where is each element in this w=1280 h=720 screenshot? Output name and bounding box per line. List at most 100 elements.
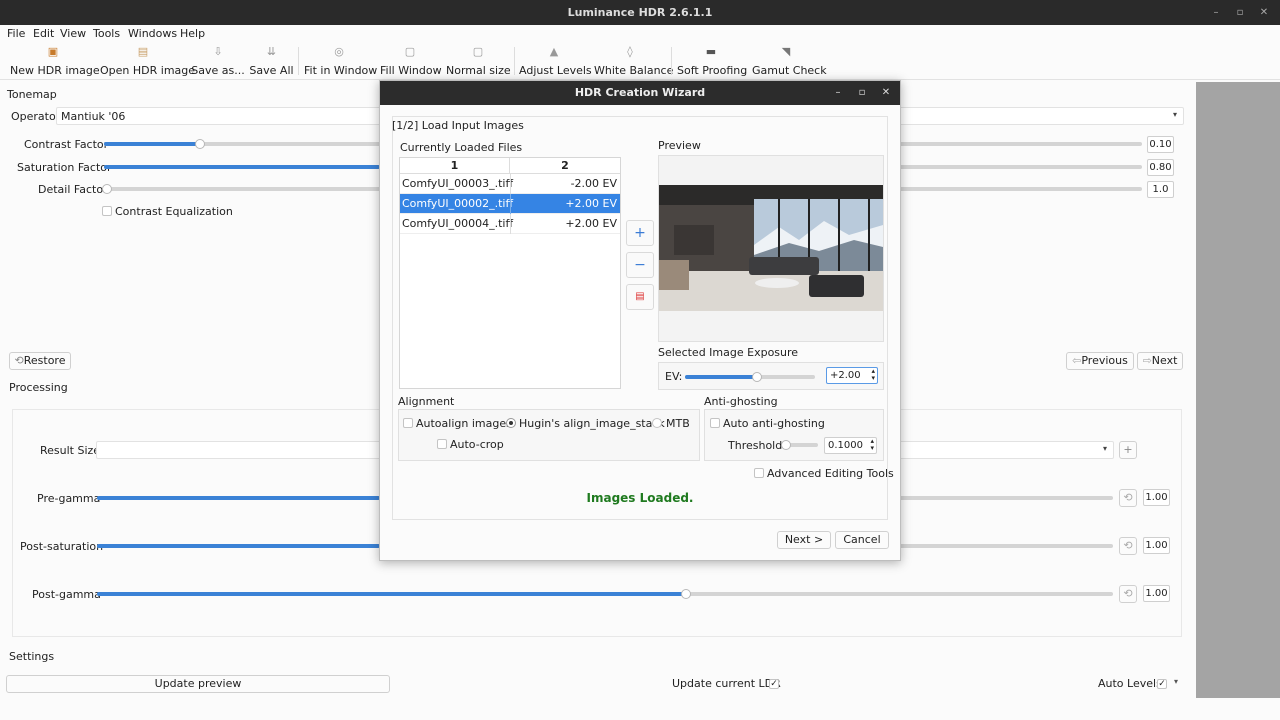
next-button[interactable]: ⇨Next <box>1137 352 1183 370</box>
image-view-area <box>1196 82 1280 698</box>
contrast-factor-label: Contrast Factor <box>24 138 109 151</box>
plus-icon: + <box>634 225 646 241</box>
pre-gamma-value[interactable]: 1.00 <box>1143 489 1170 506</box>
threshold-spinbox[interactable]: 0.1000 ▴ ▾ <box>824 437 877 454</box>
wizard-cancel-button[interactable]: Cancel <box>835 531 889 549</box>
menu-file[interactable]: File <box>7 25 25 42</box>
mtb-label: MTB <box>666 417 690 430</box>
adjust-levels-button[interactable]: ▲ Adjust Levels <box>519 42 592 80</box>
update-ldr-checkbox[interactable]: ✓ <box>769 679 779 689</box>
post-saturation-fill <box>97 544 380 548</box>
minimize-icon[interactable]: – <box>832 87 844 99</box>
column-header-1[interactable]: 1 <box>400 158 510 174</box>
fill-window-icon: ▢ <box>404 45 416 58</box>
contrast-factor-handle[interactable] <box>195 139 205 149</box>
saturation-factor-value[interactable]: 0.80 <box>1147 159 1174 176</box>
saturation-factor-fill <box>104 165 380 169</box>
new-hdr-button[interactable]: ▣ New HDR image <box>10 42 100 80</box>
wizard-next-button[interactable]: Next > <box>777 531 831 549</box>
fill-window-button[interactable]: ▢ Fill Window <box>380 42 442 80</box>
table-row-selected[interactable]: ComfyUI_00002_.tiff +2.00 EV <box>400 194 620 214</box>
loaded-files-table[interactable]: 1 2 ComfyUI_00003_.tiff -2.00 EV ComfyUI… <box>399 157 621 389</box>
remove-image-button[interactable]: − <box>626 252 654 278</box>
cell-divider <box>510 194 511 214</box>
ev-label: EV: <box>665 370 683 383</box>
normal-size-icon: ▢ <box>472 45 484 58</box>
menu-view[interactable]: View <box>60 25 86 42</box>
gamut-check-button[interactable]: ◥ Gamut Check <box>752 42 827 80</box>
contrast-equalization-checkbox[interactable] <box>102 206 112 216</box>
autoalign-checkbox[interactable] <box>403 418 413 428</box>
reset-post-saturation-button[interactable]: ⟲ <box>1119 537 1137 555</box>
save-all-button[interactable]: ⇊ Save All <box>249 42 294 80</box>
chevron-down-icon[interactable]: ▾ <box>1174 677 1178 686</box>
close-icon[interactable]: ✕ <box>1258 7 1270 19</box>
preview-frame <box>658 155 884 342</box>
menu-edit[interactable]: Edit <box>33 25 54 42</box>
wizard-title: HDR Creation Wizard <box>574 86 706 99</box>
add-size-button[interactable]: + <box>1119 441 1137 459</box>
pre-gamma-label: Pre-gamma <box>37 492 101 505</box>
mtb-radio[interactable] <box>652 418 662 428</box>
post-gamma-handle[interactable] <box>681 589 691 599</box>
post-gamma-value[interactable]: 1.00 <box>1143 585 1170 602</box>
zoom-fit-icon: ◎ <box>334 45 344 58</box>
table-row[interactable]: ComfyUI_00003_.tiff -2.00 EV <box>400 174 620 194</box>
maximize-icon[interactable]: ▫ <box>856 87 868 99</box>
menu-tools[interactable]: Tools <box>93 25 120 42</box>
status-message: Images Loaded. <box>586 491 694 505</box>
loaded-files-label: Currently Loaded Files <box>400 141 523 154</box>
detail-factor-value[interactable]: 1.0 <box>1147 181 1174 198</box>
next-icon: ⇨ <box>1142 354 1152 367</box>
previous-button[interactable]: ⇦Previous <box>1066 352 1134 370</box>
alignment-label: Alignment <box>398 395 455 408</box>
post-saturation-value[interactable]: 1.00 <box>1143 537 1170 554</box>
restore-button[interactable]: ⟲Restore <box>9 352 71 370</box>
update-ldr-label: Update current LDR <box>672 677 781 690</box>
auto-levels-checkbox[interactable]: ✓ <box>1157 679 1167 689</box>
menu-windows[interactable]: Windows <box>128 25 177 42</box>
close-icon[interactable]: ✕ <box>880 87 892 99</box>
open-hdr-button[interactable]: ▤ Open HDR image <box>100 42 195 80</box>
advanced-editing-checkbox[interactable] <box>754 468 764 478</box>
hugin-label: Hugin's align_image_stack <box>519 417 665 430</box>
autocrop-label: Auto-crop <box>450 438 504 451</box>
maximize-icon[interactable]: ▫ <box>1234 7 1246 19</box>
add-images-button[interactable]: + <box>626 220 654 246</box>
settings-header: Settings <box>9 650 55 663</box>
menu-help[interactable]: Help <box>180 25 205 42</box>
table-row[interactable]: ComfyUI_00004_.tiff +2.00 EV <box>400 214 620 234</box>
autocrop-checkbox[interactable] <box>437 439 447 449</box>
ev-slider-handle[interactable] <box>752 372 762 382</box>
save-as-button[interactable]: ⇩ Save as... <box>191 42 245 80</box>
contrast-factor-value[interactable]: 0.10 <box>1147 136 1174 153</box>
reset-post-gamma-button[interactable]: ⟲ <box>1119 585 1137 603</box>
white-balance-button[interactable]: ◊ White Balance <box>594 42 673 80</box>
contrast-factor-fill <box>104 142 200 146</box>
threshold-slider-handle[interactable] <box>781 440 791 450</box>
fit-in-window-button[interactable]: ◎ Fit in Window <box>304 42 377 80</box>
contrast-equalization-label: Contrast Equalization <box>115 205 233 218</box>
auto-antighosting-checkbox[interactable] <box>710 418 720 428</box>
clear-list-button[interactable]: ▤ <box>626 284 654 310</box>
soft-proofing-button[interactable]: ▬ Soft Proofing <box>677 42 747 80</box>
ev-spinbox[interactable]: +2.00 ▴ ▾ <box>826 367 878 384</box>
undo-icon: ⟲ <box>14 354 24 367</box>
minimize-icon[interactable]: – <box>1210 7 1222 19</box>
cell-divider <box>510 214 511 234</box>
update-preview-button[interactable]: Update preview <box>6 675 390 693</box>
post-gamma-fill <box>97 592 685 596</box>
processing-header: Processing <box>9 381 68 394</box>
hugin-radio[interactable] <box>506 418 516 428</box>
cell-divider <box>510 174 511 194</box>
detail-factor-label: Detail Factor <box>38 183 108 196</box>
detail-factor-handle[interactable] <box>102 184 112 194</box>
reset-pre-gamma-button[interactable]: ⟲ <box>1119 489 1137 507</box>
spin-arrows-icon[interactable]: ▴ ▾ <box>871 368 875 382</box>
column-header-2[interactable]: 2 <box>510 158 620 174</box>
normal-size-button[interactable]: ▢ Normal size <box>446 42 511 80</box>
spin-arrows-icon[interactable]: ▴ ▾ <box>870 438 874 452</box>
auto-levels-label: Auto Levels <box>1098 677 1162 690</box>
file-name: ComfyUI_00003_.tiff <box>402 177 514 190</box>
saturation-factor-label: Saturation Factor <box>17 161 112 174</box>
